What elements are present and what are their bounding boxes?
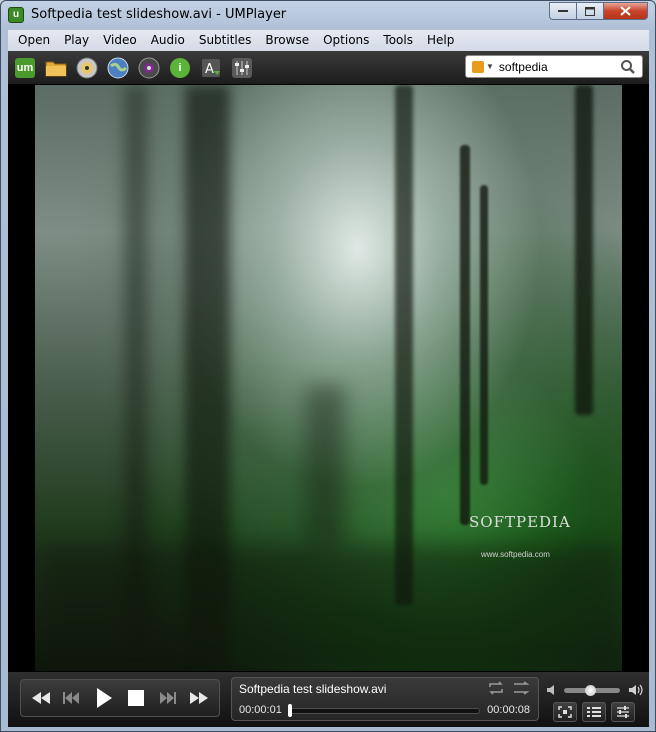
volume-mute-icon[interactable]	[546, 684, 558, 696]
title-bar[interactable]: u Softpedia test slideshow.avi - UMPlaye…	[1, 1, 655, 30]
fast-forward-icon	[190, 692, 209, 704]
next-icon	[160, 692, 177, 704]
seek-handle[interactable]	[288, 704, 292, 717]
stop-button[interactable]	[122, 684, 150, 712]
softpedia-watermark: SOFTPEDIA	[469, 513, 571, 531]
menu-options[interactable]: Options	[316, 30, 376, 51]
volume-slider-handle[interactable]	[585, 685, 596, 696]
svg-text:A: A	[205, 62, 214, 77]
playlist-mode-buttons	[488, 681, 529, 695]
playback-controls	[20, 679, 220, 717]
open-disc-button[interactable]	[75, 56, 99, 80]
tree-shape	[305, 385, 345, 545]
next-button[interactable]	[153, 684, 181, 712]
playlist-button[interactable]	[582, 702, 606, 722]
menu-help[interactable]: Help	[420, 30, 461, 51]
rewind-icon	[31, 692, 50, 704]
settings-sliders-icon	[617, 706, 629, 718]
menu-browse[interactable]: Browse	[258, 30, 316, 51]
menu-open[interactable]: Open	[11, 30, 57, 51]
window-title: Softpedia test slideshow.avi - UMPlayer	[31, 7, 287, 22]
seek-bar[interactable]	[290, 708, 480, 714]
rewind-button[interactable]	[27, 684, 55, 712]
total-time: 00:00:08	[487, 704, 530, 716]
equalizer-icon	[232, 57, 252, 78]
search-box: ▼	[465, 55, 643, 78]
maximize-icon	[585, 6, 595, 16]
fullscreen-icon	[558, 706, 572, 718]
playlist-icon	[587, 707, 601, 717]
ground-shadow	[35, 545, 622, 671]
now-playing-panel: Softpedia test slideshow.avi 00:00:01 00…	[231, 677, 539, 721]
globe-icon	[107, 57, 129, 78]
play-icon	[97, 688, 113, 708]
stop-icon	[127, 690, 144, 706]
folder-icon	[45, 61, 67, 76]
now-playing-filename: Softpedia test slideshow.avi	[239, 682, 387, 696]
minimize-button[interactable]	[549, 2, 576, 20]
menu-tools[interactable]: Tools	[376, 30, 420, 51]
view-buttons	[553, 702, 635, 722]
umplayer-logo-icon[interactable]: u	[8, 7, 24, 23]
close-icon	[620, 6, 631, 16]
current-time: 00:00:01	[239, 704, 282, 716]
shuffle-icon[interactable]	[513, 681, 529, 695]
search-input[interactable]	[498, 59, 619, 74]
equalizer-panel-button[interactable]	[611, 702, 635, 722]
tree-shape	[575, 85, 593, 415]
um-logo-button[interactable]: um	[13, 56, 37, 80]
window-controls	[549, 2, 648, 20]
repeat-icon[interactable]	[488, 681, 504, 695]
subtitle-download-button[interactable]: A	[199, 56, 223, 80]
player-client-area: Open Play Video Audio Subtitles Browse O…	[8, 30, 649, 727]
open-url-button[interactable]	[106, 56, 130, 80]
open-folder-button[interactable]	[44, 56, 68, 80]
fast-forward-button[interactable]	[185, 684, 213, 712]
webcam-icon	[138, 57, 160, 78]
menu-audio[interactable]: Audio	[144, 30, 192, 51]
disc-icon	[76, 57, 98, 78]
um-logo-icon: um	[15, 57, 35, 78]
close-button[interactable]	[603, 2, 648, 20]
video-area[interactable]: SOFTPEDIA www.softpedia.com	[8, 84, 649, 672]
maximize-button[interactable]	[576, 2, 603, 20]
menu-subtitles[interactable]: Subtitles	[192, 30, 259, 51]
tree-shape	[460, 145, 470, 525]
webcam-button[interactable]	[137, 56, 161, 80]
softpedia-watermark-url: www.softpedia.com	[481, 550, 550, 559]
fullscreen-button[interactable]	[553, 702, 577, 722]
search-icon[interactable]	[620, 59, 636, 75]
tree-shape	[480, 185, 488, 485]
tree-shape	[395, 85, 413, 605]
video-frame: SOFTPEDIA www.softpedia.com	[35, 85, 622, 671]
volume-control	[546, 680, 646, 700]
search-engine-icon[interactable]	[472, 60, 484, 73]
play-button[interactable]	[90, 684, 118, 712]
toolbar: um i A ▼	[8, 51, 649, 84]
equalizer-button[interactable]	[230, 56, 254, 80]
menu-video[interactable]: Video	[96, 30, 144, 51]
volume-max-icon[interactable]	[628, 683, 644, 697]
previous-button[interactable]	[58, 684, 86, 712]
app-window: u Softpedia test slideshow.avi - UMPlaye…	[0, 0, 656, 732]
control-bar: Softpedia test slideshow.avi 00:00:01 00…	[8, 672, 649, 727]
search-engine-dropdown-icon[interactable]: ▼	[486, 62, 494, 71]
minimize-icon	[558, 10, 568, 12]
subtitle-download-icon: A	[202, 58, 220, 77]
menu-bar: Open Play Video Audio Subtitles Browse O…	[8, 30, 649, 51]
previous-icon	[63, 692, 80, 704]
info-icon: i	[170, 57, 190, 78]
menu-play[interactable]: Play	[57, 30, 96, 51]
media-info-button[interactable]: i	[168, 56, 192, 80]
